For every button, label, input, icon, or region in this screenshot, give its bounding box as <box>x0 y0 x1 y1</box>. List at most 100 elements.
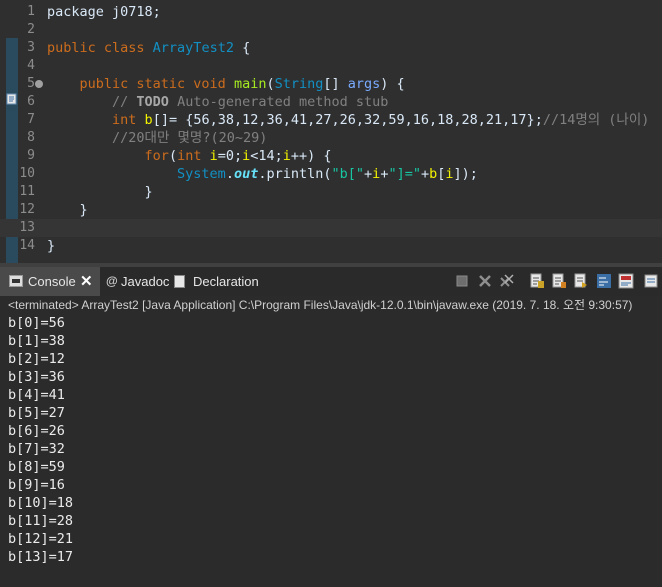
code-token: . <box>225 166 234 182</box>
code-token: [] <box>323 76 348 92</box>
code-token: []= {56,38,12,36,41,27,26,32,59,16,18,28… <box>152 112 543 128</box>
display-selected-console-icon[interactable] <box>618 273 634 289</box>
code-token: //14명의 (나이) <box>542 112 650 128</box>
code-token: args <box>347 76 381 92</box>
close-icon[interactable]: ✕ <box>80 267 93 296</box>
console-output-line: b[0]=56 <box>8 315 65 331</box>
code-line[interactable]: 1 package j0718; <box>0 3 662 21</box>
code-token: <14; <box>250 148 283 164</box>
tab-javadoc-label: Javadoc <box>121 274 170 289</box>
code-text: System.out.println("b["+i+"]="+b[i]); <box>47 165 478 183</box>
code-token: ++) { <box>290 148 332 164</box>
line-number: 8 <box>27 130 35 145</box>
console-toolbar <box>447 267 662 296</box>
line-number: 13 <box>19 220 35 235</box>
console-output-line: b[4]=41 <box>8 387 65 403</box>
console-output-line: b[10]=18 <box>8 495 74 511</box>
console-output-line: b[5]=27 <box>8 405 65 421</box>
declaration-icon <box>174 275 185 288</box>
code-line[interactable]: 10 System.out.println("b["+i+"]="+b[i]); <box>0 165 662 183</box>
code-token: public static void <box>79 76 234 92</box>
code-text: } <box>47 237 55 255</box>
line-number: 14 <box>19 238 35 253</box>
console-output-line: b[1]=38 <box>8 333 65 349</box>
code-token: //20대만 몇명?(20~29) <box>112 130 268 146</box>
javadoc-icon: @ <box>106 274 118 288</box>
code-editor[interactable]: 1 package j0718; 2 3 public class ArrayTest2… <box>0 0 662 263</box>
line-number: 3 <box>27 40 35 55</box>
tab-declaration[interactable]: Declaration <box>174 267 264 296</box>
code-token: System <box>177 166 226 182</box>
tab-console-label: Console <box>28 274 76 289</box>
remove-all-terminated-icon[interactable] <box>499 273 515 289</box>
console-output-line: b[12]=21 <box>8 531 74 547</box>
code-token: package j0718; <box>47 4 161 20</box>
code-token: =0; <box>217 148 243 164</box>
code-text: // TODO Auto-generated method stub <box>47 93 388 111</box>
code-line[interactable]: 6 // TODO Auto-generated method stub <box>0 93 662 111</box>
tab-javadoc[interactable]: @ Javadoc <box>106 267 170 296</box>
code-line[interactable]: 5 public static void main(String[] args)… <box>0 75 662 93</box>
code-token: public class <box>47 40 153 56</box>
code-token: ArrayTest2 <box>152 40 234 56</box>
scroll-lock-icon[interactable] <box>529 273 545 289</box>
code-line[interactable]: 4 <box>0 57 662 75</box>
line-number: 6 <box>27 94 35 109</box>
code-token: + <box>364 166 373 182</box>
code-token: "b[" <box>331 166 365 182</box>
code-token: .println( <box>258 166 332 182</box>
line-number: 5 <box>27 76 35 91</box>
code-token: for <box>144 148 169 164</box>
code-line[interactable]: 11 } <box>0 183 662 201</box>
code-token: "]=" <box>388 166 421 182</box>
code-line[interactable]: 9 for(int i=0;i<14;i++) { <box>0 147 662 165</box>
code-token: i <box>445 166 454 182</box>
console-output-line: b[2]=12 <box>8 351 65 367</box>
code-text: for(int i=0;i<14;i++) { <box>47 147 332 165</box>
code-text: public class ArrayTest2 { <box>47 39 250 57</box>
line-number: 2 <box>27 22 35 37</box>
terminate-icon[interactable] <box>454 273 470 289</box>
code-token: out <box>233 166 259 182</box>
console-tab-bar: Console ✕ @ Javadoc Declaration <box>0 267 662 296</box>
console-output-line: b[11]=28 <box>8 513 74 529</box>
code-token: i <box>209 148 218 164</box>
line-number: 12 <box>19 202 35 217</box>
remove-launch-icon[interactable] <box>477 273 493 289</box>
fold-toggle-icon[interactable] <box>35 80 43 88</box>
console-output[interactable]: b[0]=56 b[1]=38 b[2]=12 b[3]=36 b[4]=41 b[5]=… <box>8 314 73 566</box>
open-console-icon[interactable] <box>643 273 659 289</box>
tab-console[interactable]: Console ✕ <box>0 267 100 296</box>
code-token: TODO <box>136 94 169 110</box>
code-token: String <box>274 76 324 92</box>
console-output-line: b[8]=59 <box>8 459 65 475</box>
code-line[interactable]: 8 //20대만 몇명?(20~29) <box>0 129 662 147</box>
code-line[interactable]: 14} <box>0 237 662 255</box>
code-line[interactable]: 12 } <box>0 201 662 219</box>
console-output-line: b[7]=32 <box>8 441 65 457</box>
code-token: i <box>282 148 291 164</box>
code-line[interactable]: 7 int b[]= {56,38,12,36,41,27,26,32,59,1… <box>0 111 662 129</box>
code-token: } <box>47 238 56 254</box>
line-number: 11 <box>19 184 35 199</box>
line-number: 10 <box>19 166 35 181</box>
code-line[interactable]: 13 <box>0 219 662 237</box>
code-token: ( <box>266 76 275 92</box>
code-token: // <box>112 94 137 110</box>
code-token: Auto-generated method stub <box>168 94 389 110</box>
tab-declaration-label: Declaration <box>193 274 259 289</box>
code-text: } <box>47 183 153 201</box>
word-wrap-icon[interactable] <box>551 273 567 289</box>
console-output-line: b[13]=17 <box>8 549 74 565</box>
code-token: ) { <box>380 76 405 92</box>
code-line[interactable]: 3 public class ArrayTest2 { <box>0 39 662 57</box>
line-number: 9 <box>27 148 35 163</box>
code-token: } <box>47 184 153 200</box>
show-console-on-output-icon[interactable] <box>573 273 589 289</box>
pin-console-icon[interactable] <box>596 273 612 289</box>
code-line[interactable]: 2 <box>0 21 662 39</box>
